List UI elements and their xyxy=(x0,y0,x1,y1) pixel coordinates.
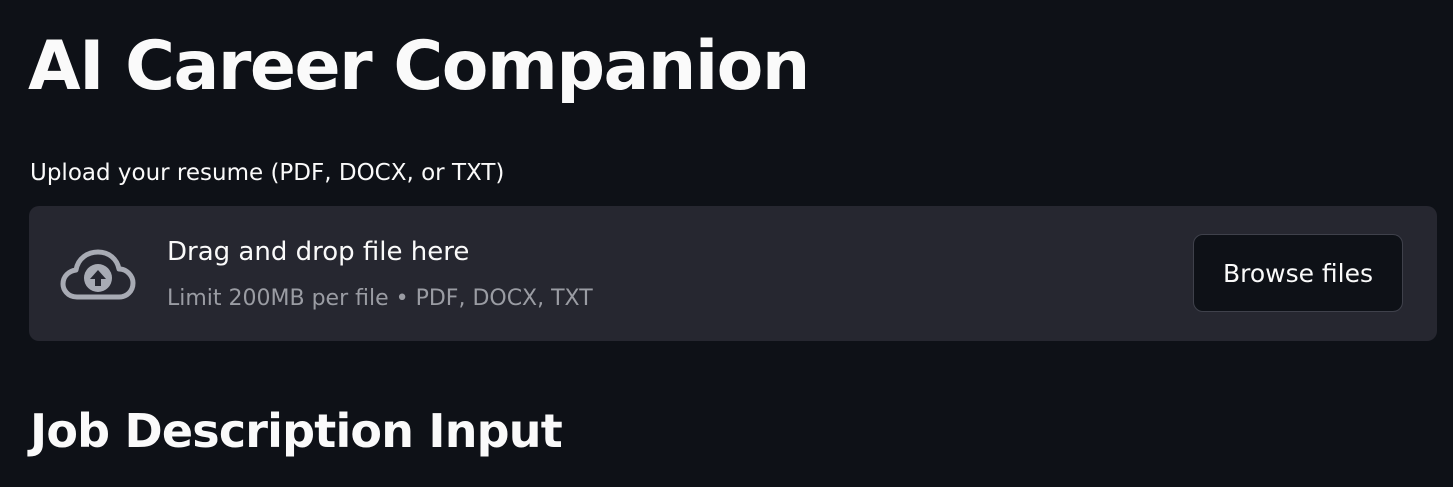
job-description-heading: Job Description Input xyxy=(30,404,563,458)
browse-files-button[interactable]: Browse files xyxy=(1193,234,1403,312)
resume-dropzone[interactable]: Drag and drop file here Limit 200MB per … xyxy=(29,206,1437,341)
app-page: AI Career Companion Upload your resume (… xyxy=(0,0,1453,487)
page-title: AI Career Companion xyxy=(28,27,810,106)
resume-uploader-label: Upload your resume (PDF, DOCX, or TXT) xyxy=(30,160,505,186)
dropzone-title: Drag and drop file here xyxy=(167,237,470,267)
dropzone-limit-text: Limit 200MB per file • PDF, DOCX, TXT xyxy=(167,286,593,311)
cloud-upload-icon xyxy=(60,249,136,300)
